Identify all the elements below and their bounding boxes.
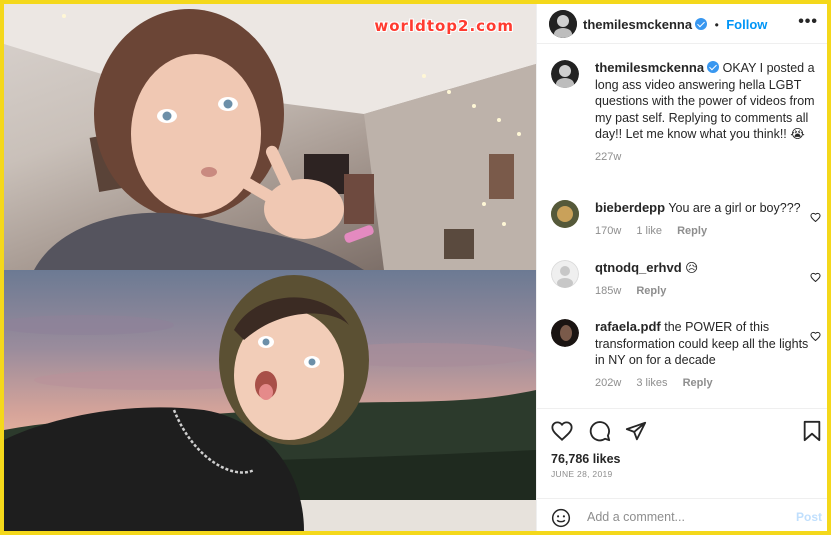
author-avatar-image — [549, 10, 577, 38]
comment-reply-button[interactable]: Reply — [677, 225, 707, 237]
comment-age: 170w — [595, 224, 622, 237]
post-header: themilesmckenna • Follow ••• — [537, 4, 827, 44]
post-actions: 76,786 likes JUNE 28, 2019 Add a comment… — [537, 408, 827, 528]
add-comment-input[interactable]: Add a comment... — [587, 510, 685, 524]
add-comment-row: Add a comment... Post — [537, 498, 827, 531]
caption-username[interactable]: themilesmckenna — [595, 60, 704, 75]
post-container: worldtop2.com themilesmckenna • Follow •… — [4, 4, 827, 531]
caption-avatar-image — [551, 60, 579, 88]
caption-text-row: themilesmckenna OKAY I posted a long ass… — [551, 60, 821, 143]
author-avatar[interactable] — [549, 10, 577, 38]
comment-like-heart-icon[interactable] — [810, 331, 821, 341]
comment-avatar[interactable] — [551, 200, 579, 228]
watermark-text: worldtop2.com — [374, 17, 514, 35]
post-caption: themilesmckenna OKAY I posted a long ass… — [551, 60, 821, 163]
emoji-smiley-icon[interactable] — [551, 508, 571, 528]
follow-button[interactable]: Follow — [726, 17, 767, 32]
comment-reply-button[interactable]: Reply — [636, 285, 666, 297]
comment-avatar[interactable] — [551, 319, 579, 347]
comment-username[interactable]: rafaela.pdf — [595, 319, 661, 334]
caption-verified-badge-icon — [707, 61, 720, 73]
comment-age: 185w — [595, 284, 622, 297]
like-heart-icon[interactable] — [551, 420, 573, 442]
comment-item: rafaela.pdf the POWER of this transforma… — [551, 319, 821, 389]
comment-username[interactable]: bieberdepp — [595, 200, 665, 215]
default-avatar-icon — [551, 260, 579, 288]
comment-avatar[interactable] — [551, 260, 579, 288]
verified-badge-icon — [695, 18, 708, 30]
likes-count[interactable]: 76,786 likes — [551, 452, 621, 466]
save-bookmark-icon[interactable] — [802, 420, 822, 442]
caption-age: 227w — [595, 150, 622, 163]
post-date: JUNE 28, 2019 — [551, 469, 613, 479]
post-comment-button[interactable]: Post — [796, 510, 822, 524]
comment-text-row: rafaela.pdf the POWER of this transforma… — [551, 319, 821, 369]
more-options-icon[interactable]: ••• — [798, 13, 818, 31]
author-username[interactable]: themilesmckenna — [583, 17, 692, 32]
comment-text: 😥 — [685, 261, 699, 275]
comment-likes[interactable]: 1 like — [636, 225, 662, 237]
comment-text: You are a girl or boy??? — [668, 201, 801, 215]
comment-item: qtnodq_erhvd 😥 185w Reply — [551, 260, 821, 297]
comment-avatar-image — [551, 319, 579, 347]
comment-meta: 170w 1 like Reply — [551, 225, 821, 237]
selfie-bottom-illustration — [4, 275, 536, 531]
selfie-photo-top — [4, 4, 536, 270]
comment-meta: 202w 3 likes Reply — [551, 377, 821, 389]
post-media[interactable]: worldtop2.com — [4, 4, 536, 531]
comment-bubble-icon[interactable] — [589, 420, 611, 442]
comment-avatar-image — [551, 200, 579, 228]
caption-avatar[interactable] — [551, 60, 579, 88]
comment-reply-button[interactable]: Reply — [683, 377, 713, 389]
follow-separator: • — [714, 18, 719, 32]
comment-item: bieberdepp You are a girl or boy??? 170w… — [551, 200, 821, 237]
comment-username[interactable]: qtnodq_erhvd — [595, 260, 682, 275]
comment-text-row: qtnodq_erhvd 😥 — [551, 260, 821, 277]
header-user-row: themilesmckenna • Follow — [583, 16, 767, 34]
yellow-frame: worldtop2.com themilesmckenna • Follow •… — [0, 0, 831, 535]
comment-age: 202w — [595, 376, 622, 389]
share-paper-plane-icon[interactable] — [625, 420, 647, 442]
post-details-panel: themilesmckenna • Follow ••• themilesmck… — [536, 4, 827, 531]
comment-meta: 185w Reply — [551, 285, 821, 297]
comment-like-heart-icon[interactable] — [810, 272, 821, 282]
comment-like-heart-icon[interactable] — [810, 212, 821, 222]
selfie-top-illustration — [4, 4, 536, 270]
comment-likes[interactable]: 3 likes — [636, 377, 667, 389]
comment-text-row: bieberdepp You are a girl or boy??? — [551, 200, 821, 217]
selfie-photo-bottom — [4, 270, 536, 531]
caption-meta: 227w — [551, 151, 821, 163]
